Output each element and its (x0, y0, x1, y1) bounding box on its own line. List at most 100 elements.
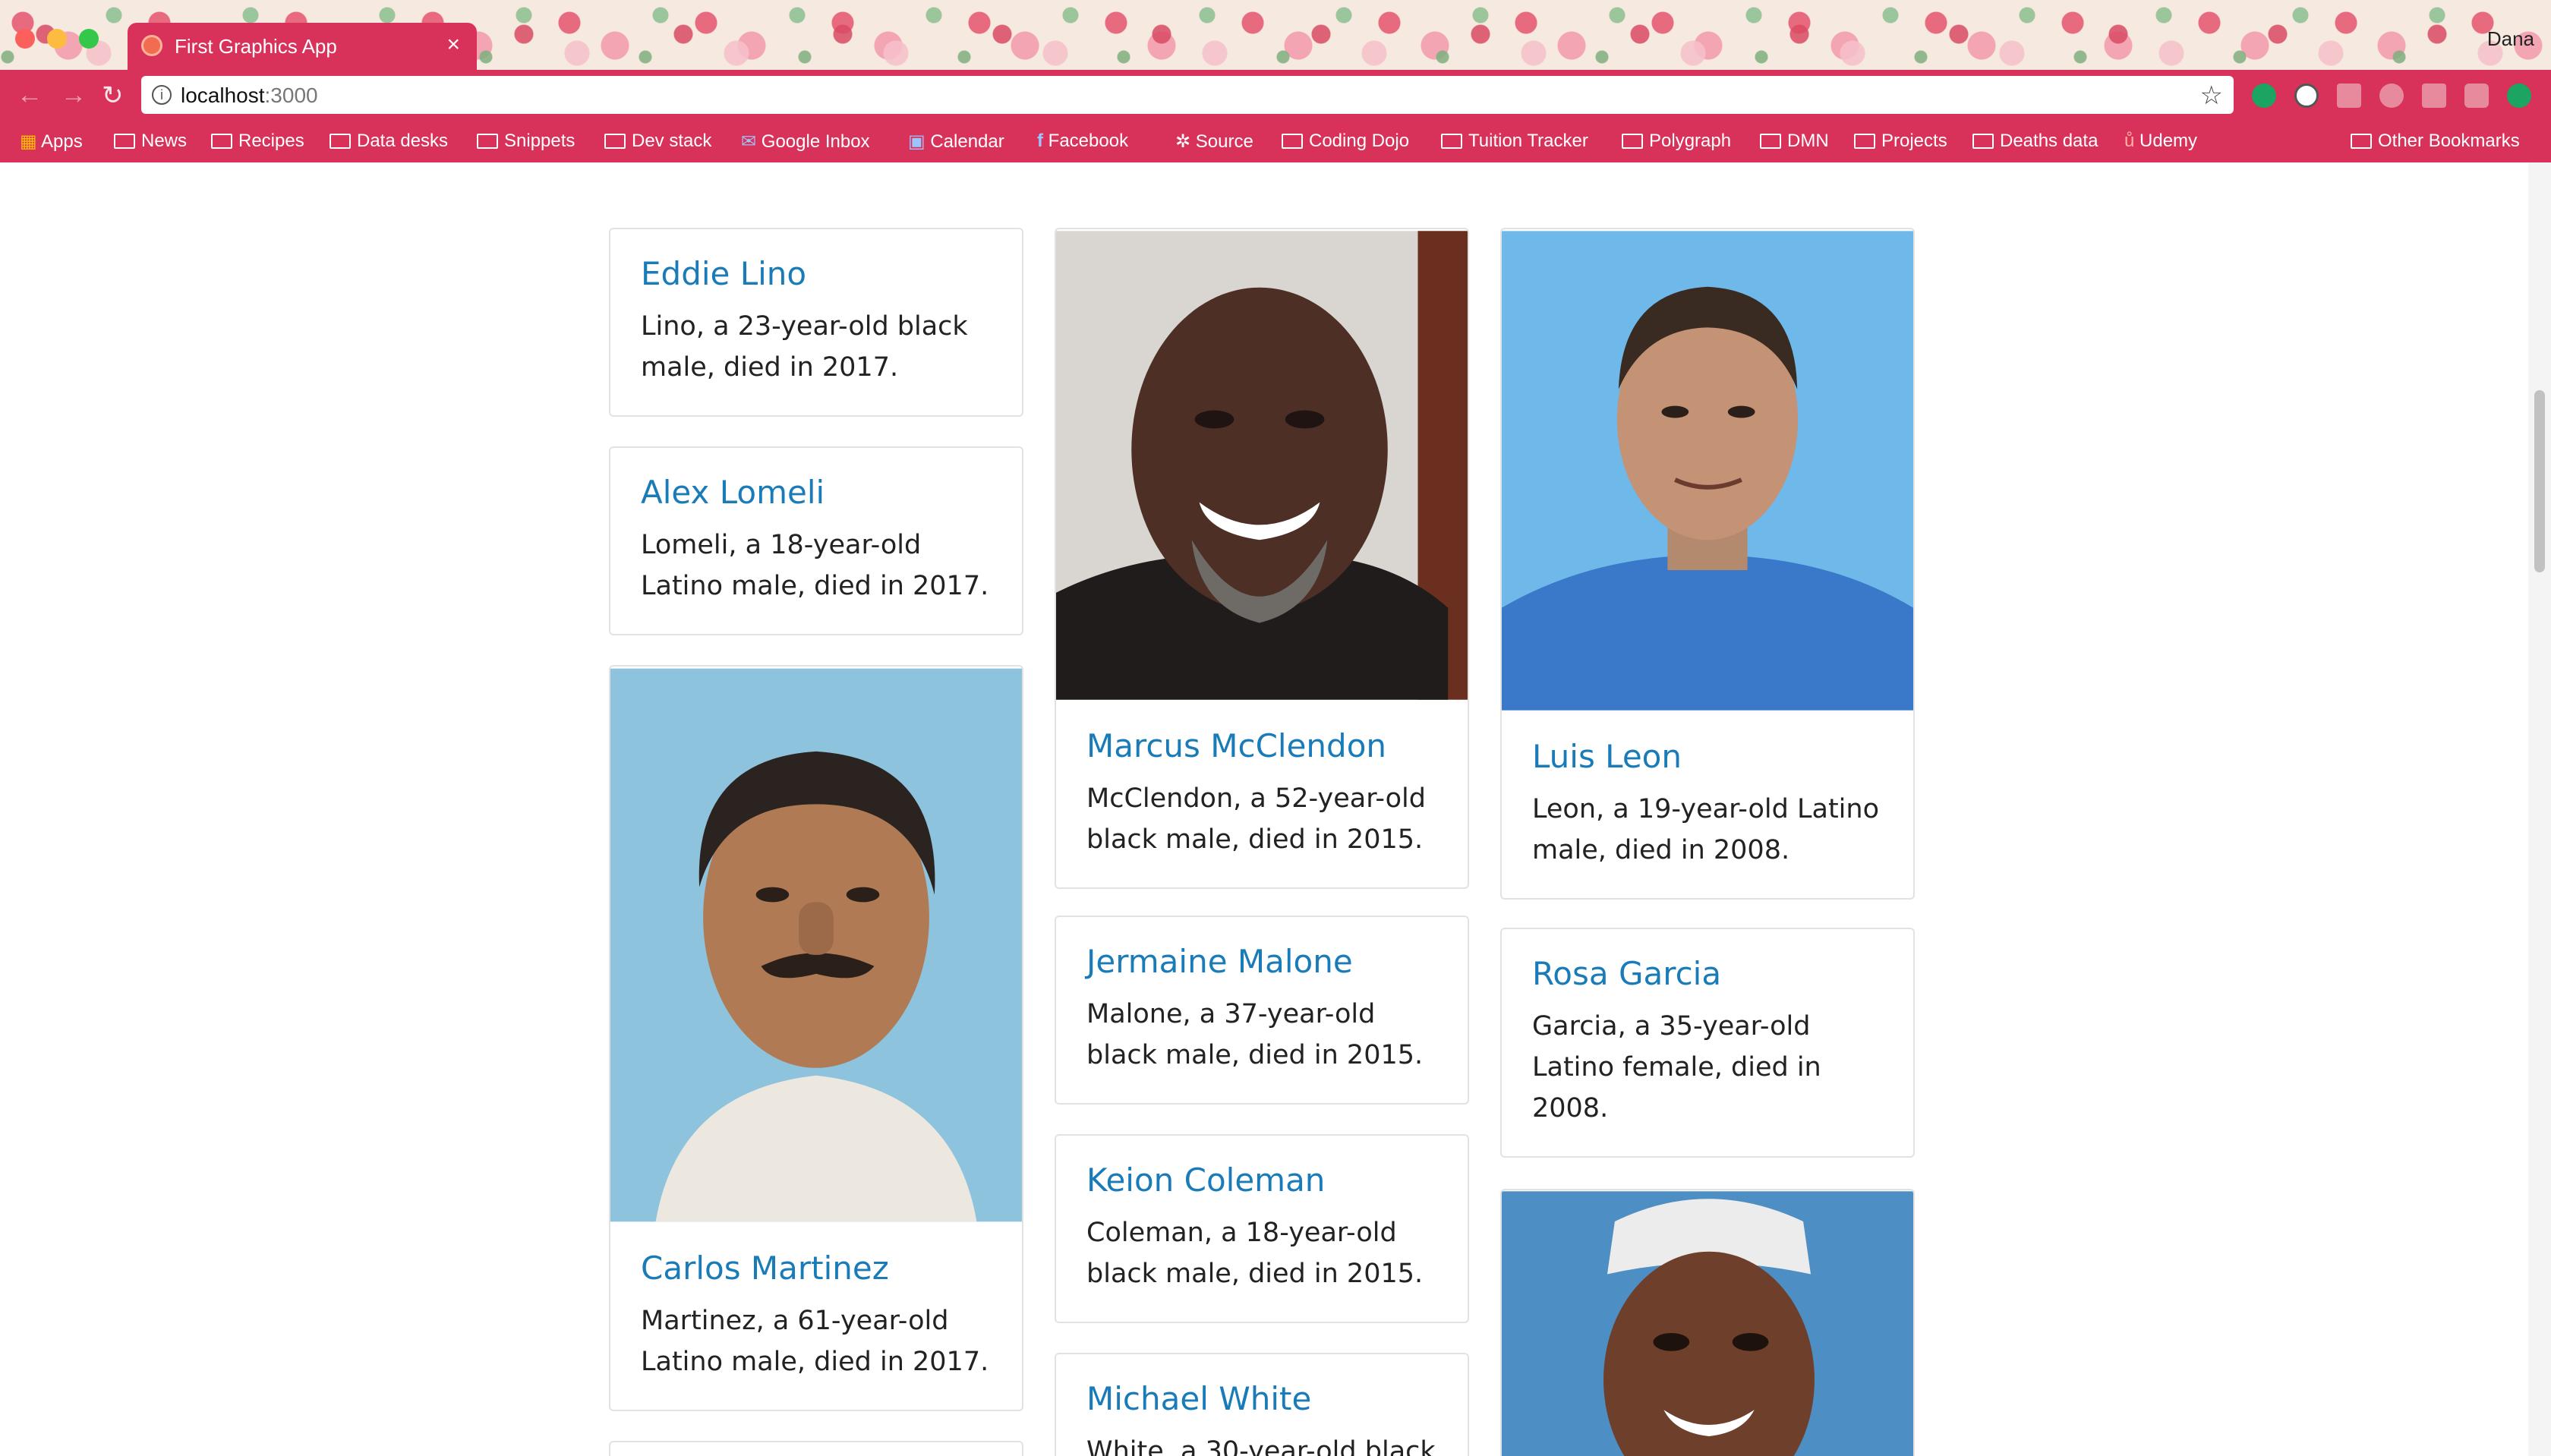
bookmark-polygraph[interactable]: Polygraph (1622, 131, 1731, 152)
folder-icon (604, 134, 626, 149)
folder-icon (1972, 134, 1994, 149)
bookmark-projects[interactable]: Projects (1854, 131, 1947, 152)
extension-upload-icon[interactable] (2507, 84, 2531, 108)
card-name-link[interactable]: Carlos Martinez (641, 1250, 1022, 1287)
bookmark-label: Tuition Tracker (1468, 131, 1588, 151)
card-description: Martinez, a 61-year-old Latino male, die… (641, 1306, 989, 1377)
card-description: Garcia, a 35-year-old Latino female, die… (1532, 1011, 1821, 1124)
profile-name[interactable]: Dana (2487, 27, 2534, 51)
bookmark-source[interactable]: ✲ Source (1175, 131, 1253, 153)
folder-icon (330, 134, 351, 149)
bookmark-label: Coding Dojo (1309, 131, 1410, 151)
browser-chrome: First Graphics App × Dana ← → ↻ i localh… (0, 0, 2551, 162)
active-tab[interactable]: First Graphics App × (128, 23, 477, 70)
card-marcus-mcclendon: Marcus McClendon McClendon, a 52-year-ol… (1055, 228, 1469, 889)
portrait-photo (610, 668, 1022, 1222)
card-name-link[interactable]: Marcus McClendon (1086, 727, 1468, 764)
bookmark-label: Data desks (357, 131, 449, 151)
bookmark-data-desks[interactable]: Data desks (330, 131, 448, 152)
card-name-link[interactable]: Luis Leon (1532, 738, 1913, 775)
inbox-icon: ✉ (741, 131, 762, 152)
tab-title: First Graphics App (175, 35, 337, 58)
card-description: Leon, a 19-year-old Latino male, died in… (1532, 794, 1879, 865)
back-arrow-icon[interactable]: ← (17, 80, 43, 110)
card-rosa-garcia: Rosa Garcia Garcia, a 35-year-old Latino… (1500, 928, 1915, 1158)
card-name-link[interactable]: Eddie Lino (641, 255, 1022, 292)
tab-close-icon[interactable]: × (446, 32, 460, 58)
bookmark-label: News (141, 131, 188, 151)
bookmark-label: Projects (1881, 131, 1947, 151)
card-description: Lino, a 23-year-old black male, died in … (641, 311, 968, 383)
bookmark-label: Calendar (930, 131, 1004, 152)
bookmark-label: Udemy (2139, 131, 2198, 151)
bookmark-other[interactable]: Other Bookmarks (2351, 131, 2520, 152)
bookmark-star-icon[interactable]: ☆ (2200, 80, 2223, 111)
folder-icon (211, 134, 232, 149)
extension-k-icon[interactable] (2252, 84, 2276, 108)
bookmark-snippets[interactable]: Snippets (477, 131, 575, 152)
card-description: Lomeli, a 18-year-old Latino male, died … (641, 530, 989, 601)
bookmark-label: Snippets (504, 131, 575, 151)
drive-icon[interactable] (2379, 84, 2404, 108)
card-photo-partial (1500, 1189, 1915, 1456)
address-bar[interactable]: i localhost:3000 ☆ (141, 76, 2234, 114)
bookmark-dmn[interactable]: DMN (1760, 131, 1829, 152)
inbox-ext-icon[interactable] (2422, 84, 2446, 108)
reload-icon[interactable]: ↻ (102, 80, 124, 111)
card-eddie-lino: Eddie Lino Lino, a 23-year-old black mal… (609, 228, 1023, 417)
folder-icon (1854, 134, 1875, 149)
bookmark-facebook[interactable]: f Facebook (1037, 131, 1128, 152)
forward-arrow-icon[interactable]: → (61, 80, 87, 110)
card-name-link[interactable]: Alex Lomeli (641, 474, 1022, 511)
tab-favicon-icon (141, 35, 162, 56)
card-michael-white: Michael White White, a 30-year-old black (1055, 1353, 1469, 1456)
page-content: Eddie Lino Lino, a 23-year-old black mal… (0, 162, 2551, 1456)
calendar-icon: ▣ (908, 131, 931, 152)
card-description: Coleman, a 18-year-old black male, died … (1086, 1218, 1424, 1289)
card-name-link[interactable]: Keion Coleman (1086, 1161, 1468, 1199)
bookmark-tuition-tracker[interactable]: Tuition Tracker (1441, 131, 1588, 152)
bookmark-label: DMN (1787, 131, 1829, 151)
scrollbar-thumb[interactable] (2534, 390, 2545, 572)
info-icon[interactable]: i (152, 85, 172, 105)
portrait-photo (1056, 231, 1468, 700)
card-description: White, a 30-year-old black (1086, 1436, 1436, 1456)
bookmarks-bar: ▦ Apps News Recipes Data desks Snippets … (0, 120, 2551, 162)
bookmark-news[interactable]: News (114, 131, 187, 152)
vertical-scrollbar[interactable] (2528, 162, 2551, 1456)
bookmark-calendar[interactable]: ▣ Calendar (908, 131, 1004, 153)
card-luis-leon: Luis Leon Leon, a 19-year-old Latino mal… (1500, 228, 1915, 900)
bookmark-recipes[interactable]: Recipes (211, 131, 304, 152)
portrait-photo (1502, 1191, 1913, 1456)
extension-w-icon[interactable] (2294, 84, 2319, 108)
bookmark-udemy[interactable]: ů Udemy (2124, 131, 2197, 152)
bookmark-google-inbox[interactable]: ✉ Google Inbox (741, 131, 870, 153)
card-name-link[interactable]: Rosa Garcia (1532, 955, 1913, 992)
url-text[interactable]: localhost:3000 (181, 84, 318, 108)
window-close-button[interactable] (15, 29, 35, 49)
tab-strip: First Graphics App × Dana (0, 0, 2551, 70)
card-description: Malone, a 37-year-old black male, died i… (1086, 999, 1424, 1070)
bookmark-deaths-data[interactable]: Deaths data (1972, 131, 2098, 152)
folder-icon (114, 134, 135, 149)
card-name-link[interactable]: Jermaine Malone (1086, 943, 1468, 980)
folder-icon (477, 134, 498, 149)
window-minimize-button[interactable] (47, 29, 67, 49)
facebook-icon: f (1037, 131, 1048, 151)
bookmark-coding-dojo[interactable]: Coding Dojo (1282, 131, 1409, 152)
card-carlos-martinez: Carlos Martinez Martinez, a 61-year-old … (609, 665, 1023, 1411)
bookmark-label: Google Inbox (761, 131, 870, 152)
bookmark-label: Facebook (1048, 131, 1129, 151)
pocket-icon[interactable] (2464, 84, 2489, 108)
card-name-link[interactable]: Michael White (1086, 1380, 1468, 1417)
folder-icon (1441, 134, 1462, 149)
cast-icon[interactable] (2337, 84, 2361, 108)
bookmark-apps[interactable]: ▦ Apps (20, 131, 83, 153)
bookmark-label: Deaths data (2000, 131, 2099, 151)
bookmark-label: Source (1195, 131, 1253, 152)
bookmark-label: Dev stack (632, 131, 712, 151)
window-maximize-button[interactable] (79, 29, 99, 49)
bookmark-label: Polygraph (1649, 131, 1732, 151)
apps-grid-icon: ▦ (20, 131, 42, 152)
bookmark-dev-stack[interactable]: Dev stack (604, 131, 711, 152)
